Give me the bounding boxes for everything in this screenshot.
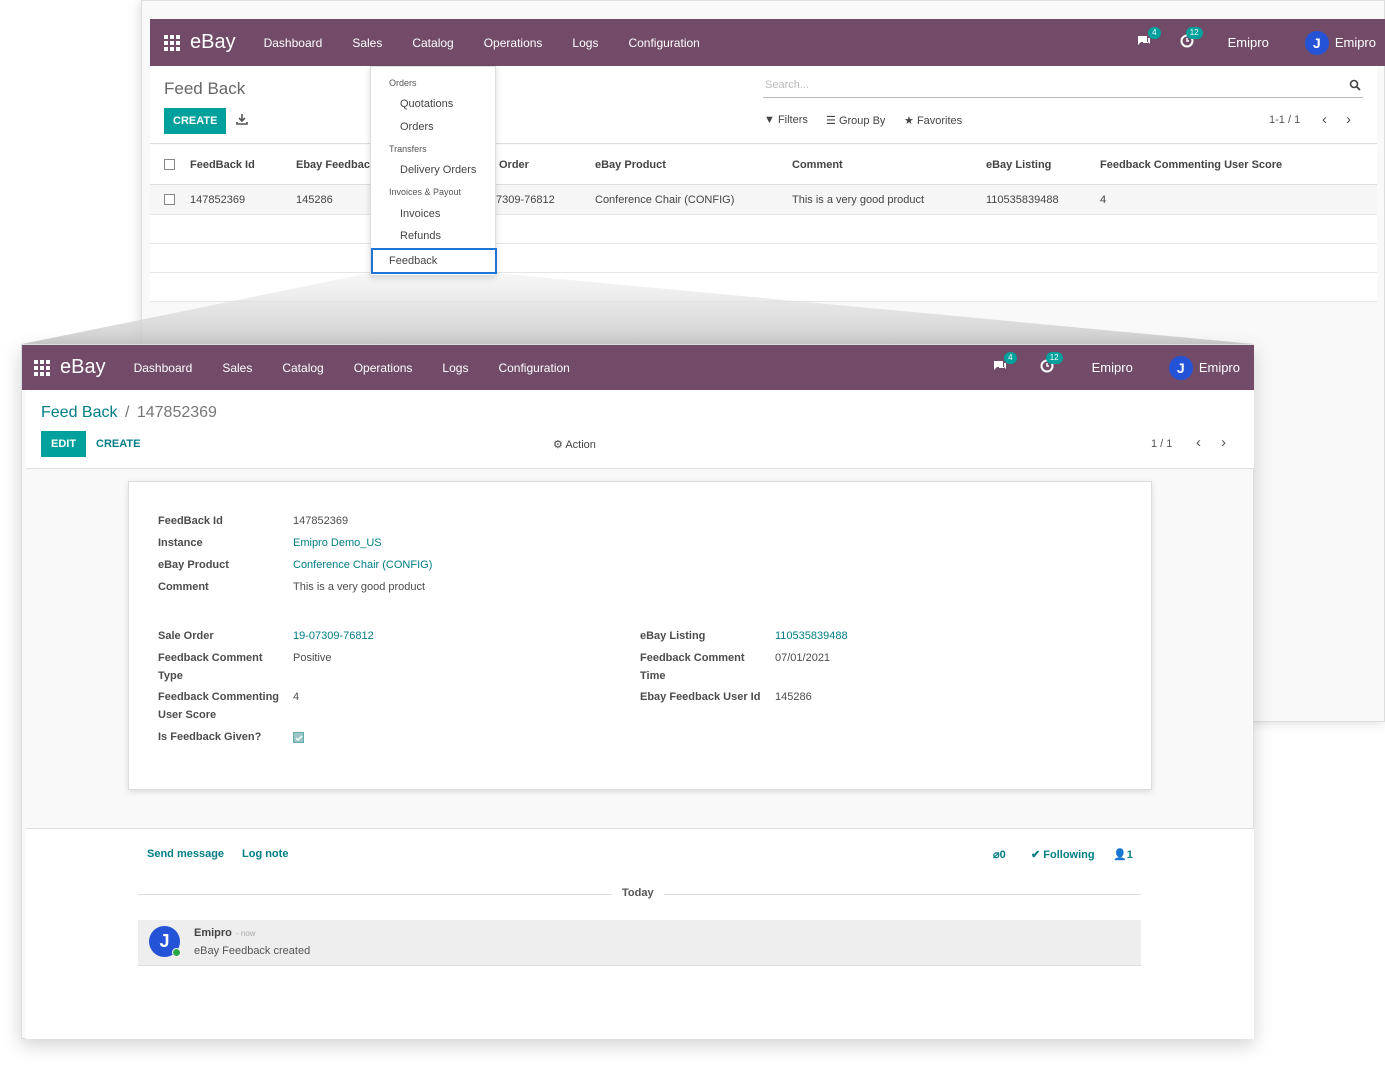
message-time: - now [236, 929, 256, 938]
log-note-button[interactable]: Log note [242, 848, 288, 860]
menu-logs[interactable]: Logs [442, 361, 468, 375]
menu-item-orders[interactable]: Orders [400, 121, 434, 133]
app-brand[interactable]: eBay [60, 356, 106, 379]
field-listing-link[interactable]: 110535839488 [775, 630, 848, 642]
label-comment: Comment [158, 581, 209, 593]
label-feedback-user-id: Ebay Feedback User Id [640, 691, 761, 703]
user-avatar[interactable]: J [1168, 355, 1193, 380]
label-feedback-id: FeedBack Id [158, 515, 223, 527]
field-feedback-time[interactable]: 07/01/2021 [775, 652, 830, 664]
label-user-score-line2: User Score [158, 709, 217, 721]
check-icon: ✔ [1031, 849, 1041, 861]
menu-item-refunds[interactable]: Refunds [400, 230, 441, 242]
label-instance: Instance [158, 537, 203, 549]
label-feedback-comment-type-line2: Type [158, 670, 183, 682]
menu-configuration[interactable]: Configuration [498, 361, 569, 375]
section-transfers: Transfers [389, 144, 427, 154]
label-feedback-comment-type-line1: Feedback Comment [158, 652, 263, 664]
online-status-dot [172, 948, 181, 957]
menu-item-delivery-orders[interactable]: Delivery Orders [400, 164, 476, 176]
date-separator-label: Today [612, 887, 664, 899]
gear-icon: ⚙ [553, 439, 563, 451]
user-name[interactable]: Emipro [1199, 360, 1240, 375]
field-feedback-id[interactable]: 147852369 [293, 515, 348, 527]
fg-control-panel: Feed Back / 147852369 EDIT CREATE ⚙ Acti… [26, 390, 1254, 469]
breadcrumb: Feed Back / 147852369 [41, 404, 217, 422]
section-orders: Orders [389, 78, 417, 88]
label-ebay-listing: eBay Listing [640, 630, 706, 642]
send-message-button[interactable]: Send message [147, 848, 224, 860]
user-icon: 👤 [1113, 849, 1127, 861]
section-invoices: Invoices & Payout [389, 187, 462, 197]
breadcrumb-current: 147852369 [136, 404, 217, 421]
label-sale-order: Sale Order [158, 630, 214, 642]
field-instance-link[interactable]: Emipro Demo_US [293, 537, 382, 549]
menu-item-feedback[interactable]: Feedback [371, 248, 497, 274]
message-body: eBay Feedback created [194, 945, 311, 957]
action-label: Action [565, 439, 596, 451]
attachments-button[interactable]: ⌀0 [993, 848, 1006, 861]
menu-item-invoices[interactable]: Invoices [400, 208, 440, 220]
field-comment[interactable]: This is a very good product [293, 581, 425, 593]
menu-catalog[interactable]: Catalog [282, 361, 323, 375]
label-user-score-line1: Feedback Commenting [158, 691, 280, 703]
pager-prev-icon[interactable]: ‹ [1196, 434, 1201, 451]
field-product-link[interactable]: Conference Chair (CONFIG) [293, 559, 432, 571]
menu-dashboard[interactable]: Dashboard [134, 361, 193, 375]
chat-icon[interactable]: 4 [992, 352, 1017, 376]
messages-badge: 4 [1004, 352, 1017, 364]
message-author[interactable]: Emipro [194, 927, 232, 939]
is-feedback-given-checkbox[interactable] [293, 732, 304, 743]
apps-grid-icon[interactable] [34, 359, 50, 376]
menu-sales[interactable]: Sales [222, 361, 252, 375]
followers-count: 1 [1126, 849, 1133, 861]
chatter-message: J Emipro - now eBay Feedback created [138, 920, 1141, 966]
followers-button[interactable]: 👤1 [1113, 848, 1133, 861]
action-menu[interactable]: ⚙ Action [553, 438, 596, 451]
field-feedback-user-id[interactable]: 145286 [775, 691, 812, 703]
breadcrumb-parent[interactable]: Feed Back [41, 404, 117, 421]
field-feedback-comment-type[interactable]: Positive [293, 652, 332, 664]
chatter: Send message Log note ⌀0 ✔ Following 👤1 … [26, 828, 1254, 1039]
menu-item-feedback-label: Feedback [389, 255, 438, 267]
attachments-count: 0 [999, 849, 1006, 861]
following-button[interactable]: ✔ Following [1031, 848, 1095, 861]
foreground-window: eBay Dashboard Sales Catalog Operations … [21, 344, 1254, 1039]
activity-icon[interactable]: 12 [1040, 352, 1063, 376]
paperclip-icon: ⌀ [993, 849, 1000, 861]
label-is-feedback-given: Is Feedback Given? [158, 731, 262, 743]
menu-operations[interactable]: Operations [354, 361, 413, 375]
pager-value[interactable]: 1 / 1 [1151, 438, 1172, 450]
label-feedback-time-line2: Time [640, 670, 666, 682]
activities-badge: 12 [1045, 352, 1063, 364]
fg-navbar: eBay Dashboard Sales Catalog Operations … [22, 345, 1254, 390]
pager-next-icon[interactable]: › [1221, 434, 1226, 451]
following-label: Following [1043, 849, 1095, 861]
create-button[interactable]: CREATE [96, 438, 140, 450]
edit-button[interactable]: EDIT [41, 431, 87, 457]
label-ebay-product: eBay Product [158, 559, 229, 571]
menu-item-quotations[interactable]: Quotations [400, 98, 453, 110]
form-sheet: FeedBack Id 147852369 Instance Emipro De… [128, 481, 1152, 790]
label-feedback-time-line1: Feedback Comment [640, 652, 745, 664]
company-switcher[interactable]: Emipro [1092, 360, 1133, 375]
sales-dropdown-menu: Orders Quotations Orders Transfers Deliv… [370, 66, 497, 276]
field-sale-order-link[interactable]: 19-07309-76812 [293, 630, 374, 642]
breadcrumb-separator: / [124, 404, 130, 421]
field-user-score[interactable]: 4 [293, 691, 299, 703]
